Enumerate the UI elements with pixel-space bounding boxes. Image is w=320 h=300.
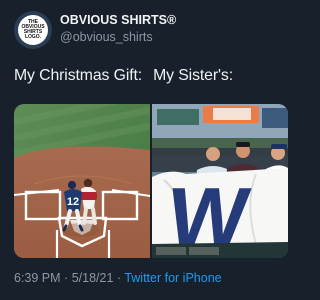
account-names: OBVIOUS SHIRTS® @obvious_shirts bbox=[60, 13, 176, 44]
baseball-home-plate-image: 12 bbox=[14, 104, 150, 258]
tweet-text: My Christmas Gift: My Sister's: bbox=[14, 66, 233, 86]
tweet-text-christmas-gift: My Christmas Gift: bbox=[14, 67, 143, 84]
tweet-text-sisters: My Sister's: bbox=[153, 67, 234, 84]
tweet-source-link[interactable]: Twitter for iPhone bbox=[124, 271, 221, 285]
tweet-media-grid: 12 W bbox=[14, 104, 288, 258]
baseball-flag-photo[interactable]: W bbox=[152, 104, 288, 258]
player-number-label: 12 bbox=[67, 196, 79, 208]
footer-separator: · bbox=[116, 271, 122, 285]
footer-separator: · bbox=[64, 271, 69, 285]
profile-avatar[interactable]: THE OBVIOUS SHIRTS LOGO. bbox=[14, 11, 52, 49]
display-name[interactable]: OBVIOUS SHIRTS® bbox=[60, 13, 176, 27]
tweet-card: THE OBVIOUS SHIRTS LOGO. OBVIOUS SHIRTS®… bbox=[0, 0, 300, 300]
tweet-timestamp-source: 6:39 PM · 5/18/21 · Twitter for iPhone bbox=[14, 271, 222, 285]
account-handle[interactable]: @obvious_shirts bbox=[60, 30, 176, 44]
tweet-date: 5/18/21 bbox=[71, 271, 114, 285]
baseball-home-plate-photo[interactable]: 12 bbox=[14, 104, 150, 258]
obvious-shirts-logo-icon: THE OBVIOUS SHIRTS LOGO. bbox=[18, 15, 48, 45]
avatar-logo-line: LOGO. bbox=[24, 34, 42, 40]
tweet-time: 6:39 PM bbox=[14, 271, 61, 285]
baseball-flag-image: W bbox=[152, 104, 288, 258]
